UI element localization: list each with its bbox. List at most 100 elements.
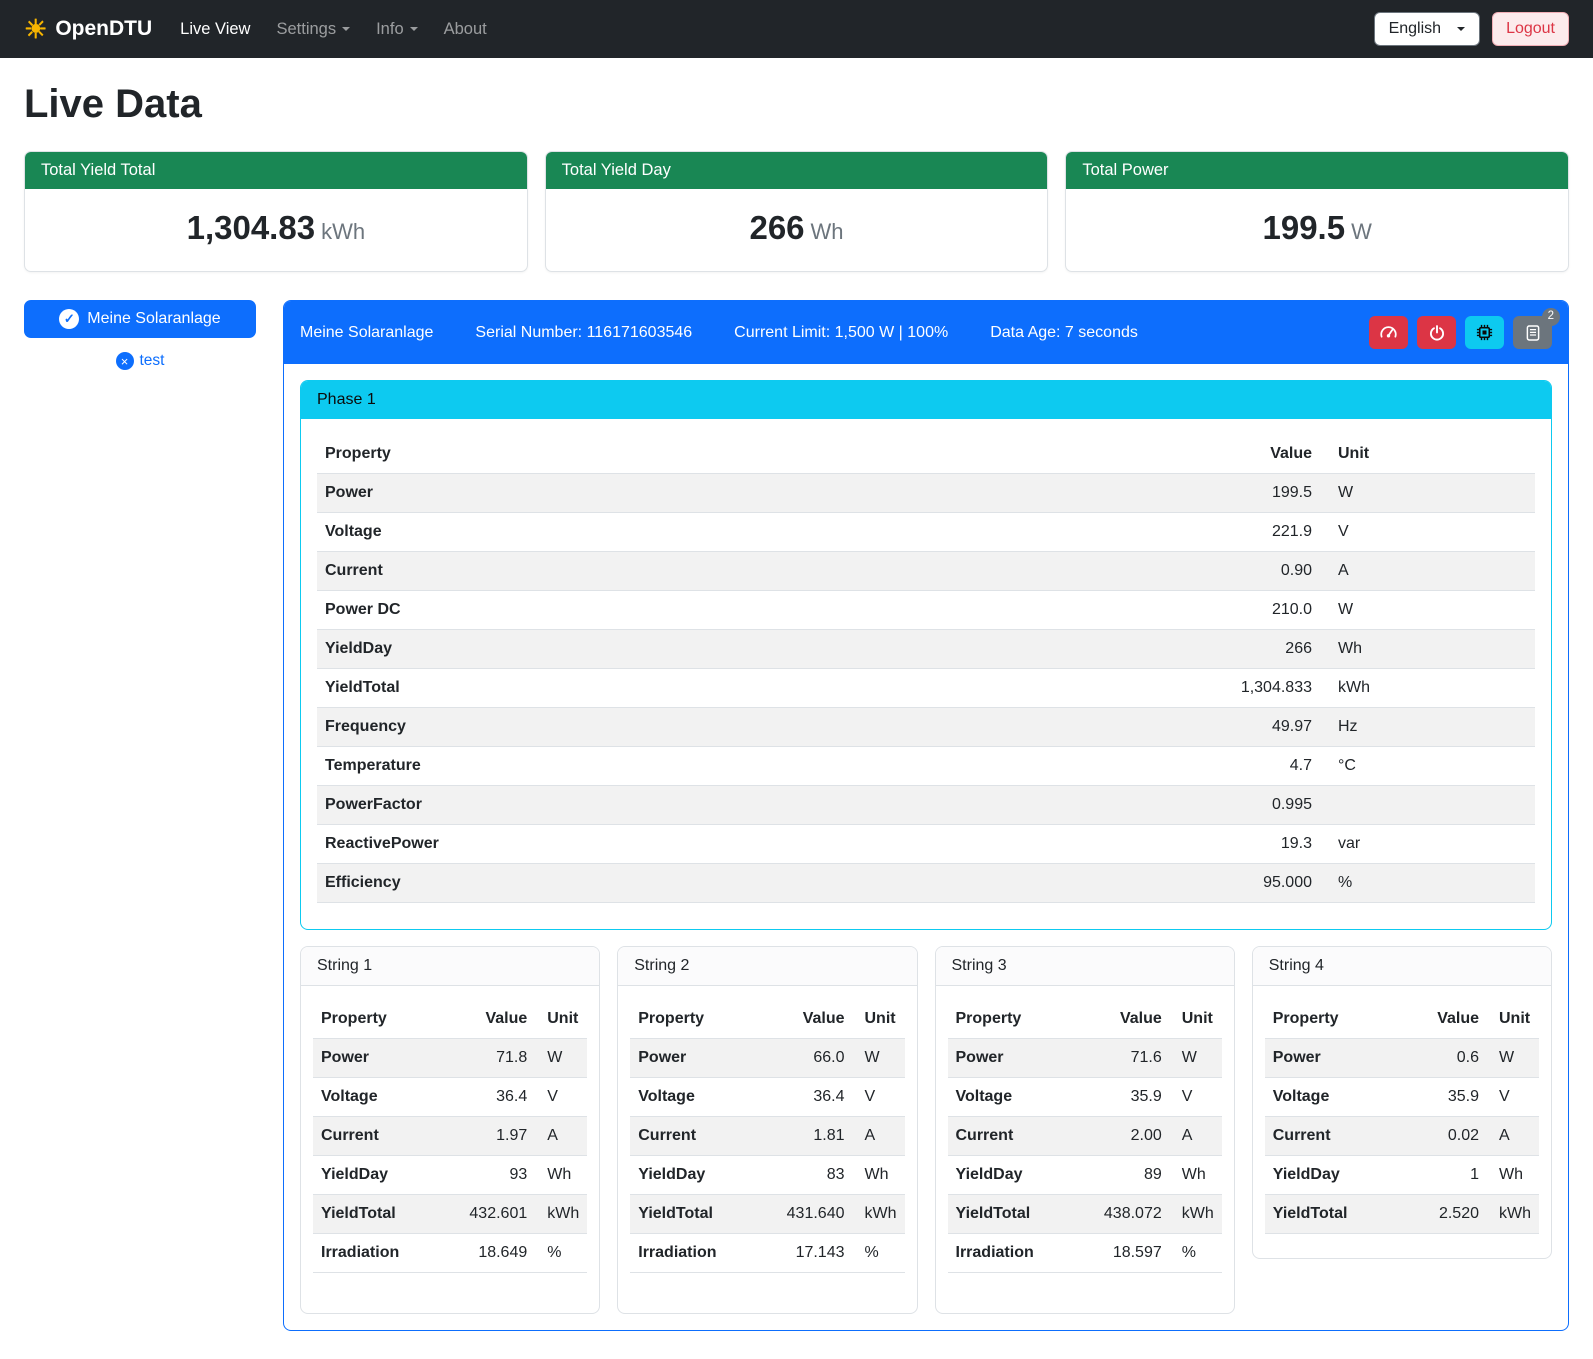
nav-settings-dropdown[interactable]: Settings bbox=[276, 20, 350, 39]
table-row: Voltage221.9V bbox=[317, 513, 1535, 552]
value-cell: 35.9 bbox=[1400, 1078, 1487, 1117]
phase-1-title: Phase 1 bbox=[301, 381, 1551, 419]
card-value: 1,304.83 bbox=[187, 209, 315, 246]
value-cell: 438.072 bbox=[1072, 1195, 1170, 1234]
value-cell: 49.97 bbox=[917, 708, 1320, 747]
inverter-panel: Meine Solaranlage Serial Number: 1161716… bbox=[283, 300, 1569, 1331]
property-cell: YieldTotal bbox=[313, 1195, 438, 1234]
power-icon bbox=[1428, 324, 1446, 342]
phase-1-body: Property Value Unit Power199.5WVoltage22… bbox=[301, 419, 1551, 929]
inverter-button-label: Meine Solaranlage bbox=[87, 310, 220, 328]
property-cell: YieldDay bbox=[1265, 1156, 1401, 1195]
property-header: Property bbox=[317, 435, 917, 474]
property-cell: Voltage bbox=[313, 1078, 438, 1117]
brand-label: OpenDTU bbox=[55, 17, 152, 41]
value-cell: 1,304.833 bbox=[917, 669, 1320, 708]
language-select[interactable]: English bbox=[1374, 12, 1480, 46]
card-total-yield-day: Total Yield Day 266Wh bbox=[545, 151, 1049, 272]
value-cell: 1.81 bbox=[755, 1117, 853, 1156]
unit-header: Unit bbox=[1320, 435, 1535, 474]
value-cell: 36.4 bbox=[755, 1078, 853, 1117]
brand-link[interactable]: ☀ OpenDTU bbox=[24, 16, 152, 42]
table-row: Efficiency95.000% bbox=[317, 864, 1535, 903]
table-row: Current0.02A bbox=[1265, 1117, 1539, 1156]
property-cell: YieldTotal bbox=[630, 1195, 755, 1234]
table-row: YieldTotal2.520kWh bbox=[1265, 1195, 1539, 1234]
value-header: Value bbox=[917, 435, 1320, 474]
value-header: Value bbox=[755, 1000, 853, 1039]
property-cell: Irradiation bbox=[948, 1234, 1073, 1273]
navbar-right: English Logout bbox=[1374, 12, 1569, 46]
value-header: Value bbox=[438, 1000, 536, 1039]
unit-cell: kWh bbox=[535, 1195, 587, 1234]
unit-cell: A bbox=[1320, 552, 1535, 591]
string-4-table: Property Value Unit Power0.6WVoltage35.9… bbox=[1265, 1000, 1539, 1234]
sidebar-item-meine-solaranlage[interactable]: ✓ Meine Solaranlage bbox=[24, 300, 256, 338]
summary-cards-row: Total Yield Total 1,304.83kWh Total Yiel… bbox=[24, 151, 1569, 272]
value-cell: 83 bbox=[755, 1156, 853, 1195]
nav-info-dropdown[interactable]: Info bbox=[376, 20, 418, 39]
table-row: Voltage36.4V bbox=[630, 1078, 904, 1117]
inverter-panel-body: Phase 1 Property Value Unit Power199.5WV… bbox=[284, 364, 1568, 1330]
logout-button[interactable]: Logout bbox=[1492, 12, 1569, 46]
table-row: YieldTotal432.601kWh bbox=[313, 1195, 587, 1234]
table-row: Irradiation18.597% bbox=[948, 1234, 1222, 1273]
nav-about[interactable]: About bbox=[444, 20, 487, 39]
property-cell: Power DC bbox=[317, 591, 917, 630]
property-cell: Current bbox=[1265, 1117, 1401, 1156]
property-cell: Current bbox=[313, 1117, 438, 1156]
table-row: Temperature4.7°C bbox=[317, 747, 1535, 786]
unit-header: Unit bbox=[535, 1000, 587, 1039]
unit-cell: A bbox=[1170, 1117, 1222, 1156]
card-body: 1,304.83kWh bbox=[25, 189, 527, 271]
inverter-name: Meine Solaranlage bbox=[300, 324, 433, 342]
property-cell: YieldTotal bbox=[317, 669, 917, 708]
table-row: Irradiation17.143% bbox=[630, 1234, 904, 1273]
unit-cell: A bbox=[1487, 1117, 1539, 1156]
page-container: Live Data Total Yield Total 1,304.83kWh … bbox=[0, 58, 1593, 1359]
string-3-table: Property Value Unit Power71.6WVoltage35.… bbox=[948, 1000, 1222, 1273]
nav-settings-label: Settings bbox=[276, 20, 336, 39]
unit-cell: Wh bbox=[1320, 630, 1535, 669]
device-info-button[interactable] bbox=[1465, 316, 1504, 349]
value-cell: 432.601 bbox=[438, 1195, 536, 1234]
string-1-table: Property Value Unit Power71.8WVoltage36.… bbox=[313, 1000, 587, 1273]
value-cell: 2.520 bbox=[1400, 1195, 1487, 1234]
property-cell: ReactivePower bbox=[317, 825, 917, 864]
nav-live-view[interactable]: Live View bbox=[180, 20, 250, 39]
property-cell: Power bbox=[313, 1039, 438, 1078]
table-row: Current0.90A bbox=[317, 552, 1535, 591]
table-row: YieldTotal438.072kWh bbox=[948, 1195, 1222, 1234]
table-row: Current2.00A bbox=[948, 1117, 1222, 1156]
table-row: YieldDay83Wh bbox=[630, 1156, 904, 1195]
event-log-button[interactable]: 2 bbox=[1513, 316, 1552, 349]
unit-cell: % bbox=[535, 1234, 587, 1273]
table-row: Voltage35.9V bbox=[948, 1078, 1222, 1117]
table-row: Power DC210.0W bbox=[317, 591, 1535, 630]
card-total-yield-total: Total Yield Total 1,304.83kWh bbox=[24, 151, 528, 272]
sidebar-item-test[interactable]: × test bbox=[24, 352, 256, 370]
table-row: Power0.6W bbox=[1265, 1039, 1539, 1078]
value-cell: 431.640 bbox=[755, 1195, 853, 1234]
strings-row: String 1 Property Value Unit bbox=[300, 946, 1552, 1314]
property-cell: Efficiency bbox=[317, 864, 917, 903]
property-cell: Power bbox=[317, 474, 917, 513]
value-cell: 0.995 bbox=[917, 786, 1320, 825]
unit-cell: % bbox=[1170, 1234, 1222, 1273]
string-4-card: String 4 Property Value Unit bbox=[1252, 946, 1552, 1259]
limit-settings-button[interactable] bbox=[1369, 316, 1408, 349]
value-cell: 0.6 bbox=[1400, 1039, 1487, 1078]
property-cell: Power bbox=[1265, 1039, 1401, 1078]
table-row: YieldDay89Wh bbox=[948, 1156, 1222, 1195]
navbar-left: ☀ OpenDTU Live View Settings Info About bbox=[24, 16, 513, 42]
value-cell: 17.143 bbox=[755, 1234, 853, 1273]
power-toggle-button[interactable] bbox=[1417, 316, 1456, 349]
table-row: Power71.8W bbox=[313, 1039, 587, 1078]
value-cell: 36.4 bbox=[438, 1078, 536, 1117]
table-header-row: Property Value Unit bbox=[317, 435, 1535, 474]
table-row: Current1.97A bbox=[313, 1117, 587, 1156]
property-header: Property bbox=[313, 1000, 438, 1039]
value-cell: 71.6 bbox=[1072, 1039, 1170, 1078]
property-header: Property bbox=[1265, 1000, 1401, 1039]
unit-cell: V bbox=[1320, 513, 1535, 552]
